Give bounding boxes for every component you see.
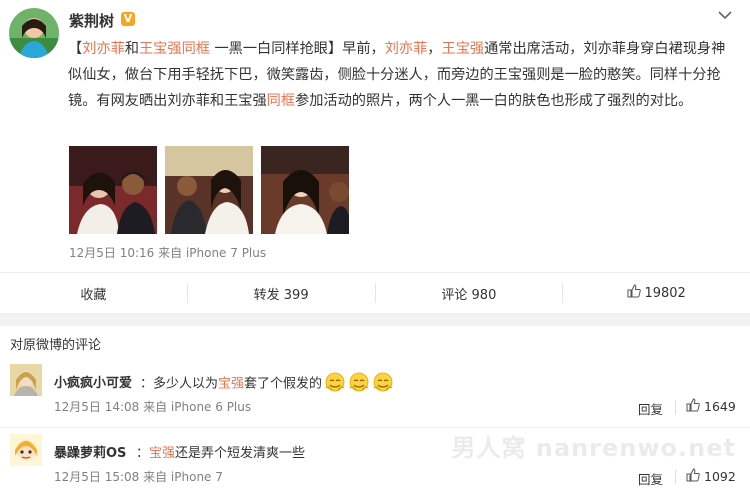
post-text-segment: 参加活动的照片，两个人一黑一白的肤色也形成了强烈的对比。	[295, 93, 693, 109]
commenter-name[interactable]: 暴躁萝莉OS	[54, 442, 126, 461]
comment-text-post: 套了个假发的	[244, 376, 323, 392]
divider	[675, 400, 676, 414]
comment-mention[interactable]: 宝强	[218, 377, 244, 392]
post-text-segment: 和	[124, 41, 139, 57]
username[interactable]: 紫荆树	[69, 10, 114, 31]
section-divider	[0, 314, 750, 326]
comment-like-button[interactable]: 1092	[686, 468, 736, 485]
post-text: 【刘亦菲和王宝强同框 一黑一白同样抢眼】早前，刘亦菲，王宝强通常出席活动，刘亦菲…	[68, 36, 738, 114]
thumbs-up-icon	[686, 468, 700, 485]
favorite-label: 收藏	[80, 287, 107, 303]
thumbs-up-icon	[686, 398, 700, 415]
verified-badge-icon: V	[121, 12, 135, 26]
comment-timestamp: 12月5日 14:08 来自 iPhone 6 Plus	[54, 400, 252, 414]
comment-text-pre: ：	[136, 446, 150, 461]
like-button[interactable]: 19802	[563, 283, 750, 303]
comment-like-button[interactable]: 1649	[686, 398, 736, 415]
post-keyword-link[interactable]: 王宝强	[139, 41, 182, 57]
post-text-segment: 一黑一白同样抢眼】早前，	[209, 41, 385, 57]
comment-button[interactable]: 评论 980	[376, 283, 564, 303]
weibo-post: 紫荆树 V 【刘亦菲和王宝强同框 一黑一白同样抢眼】早前，刘亦菲，王宝强通常出席…	[0, 0, 750, 280]
commenter-avatar[interactable]	[10, 364, 42, 396]
comments-header: 对原微博的评论	[10, 338, 102, 353]
reply-button[interactable]: 回复	[638, 469, 663, 488]
comment-text: ：多少人以为宝强套了个假发的	[140, 372, 394, 396]
sweat-smile-emoji-icon	[324, 372, 346, 396]
post-keyword-link[interactable]: 刘亦菲	[82, 41, 125, 57]
comment-like-count: 1092	[704, 469, 736, 484]
like-count: 19802	[644, 285, 686, 301]
comment-text-pre: ：多少人以为	[140, 376, 219, 392]
commenter-name[interactable]: 小疯疯小可爱	[54, 372, 132, 391]
comment-text-post: 还是弄个短发清爽一些	[175, 446, 306, 461]
post-keyword-link[interactable]: 刘亦菲	[385, 41, 428, 57]
post-text-segment: ，	[427, 41, 442, 57]
thumbs-up-icon	[627, 284, 642, 302]
user-avatar[interactable]	[9, 8, 59, 58]
photo-grid	[69, 146, 349, 234]
divider	[675, 470, 676, 484]
post-timestamp[interactable]: 12月5日 10:16 来自 iPhone 7 Plus	[69, 244, 266, 261]
post-photo-2[interactable]	[165, 146, 253, 234]
sweat-smile-emoji-icon	[372, 372, 394, 396]
post-photo-3[interactable]	[261, 146, 349, 234]
post-keyword-link[interactable]: 王宝强	[442, 41, 485, 57]
post-text-segment: 【	[68, 41, 83, 57]
comment-like-count: 1649	[704, 399, 736, 414]
comment-timestamp: 12月5日 15:08 来自 iPhone 7	[54, 470, 223, 484]
favorite-button[interactable]: 收藏	[0, 283, 188, 303]
repost-button[interactable]: 转发 399	[188, 283, 376, 303]
repost-label: 转发 399	[253, 287, 309, 303]
post-photo-1[interactable]	[69, 146, 157, 234]
post-keyword-link[interactable]: 同框	[182, 41, 210, 57]
comment-label: 评论 980	[441, 287, 497, 303]
sweat-smile-emoji-icon	[348, 372, 370, 396]
watermark: 男人窝 nanrenwo.net	[451, 434, 736, 462]
comment-mention[interactable]: 宝强	[149, 446, 175, 461]
comment-text: ：宝强还是弄个短发清爽一些	[136, 442, 305, 461]
post-keyword-link[interactable]: 同框	[267, 93, 295, 109]
action-bar: 收藏 转发 399 评论 980 19802	[0, 272, 750, 314]
commenter-avatar[interactable]	[10, 434, 42, 466]
comment-item: 小疯疯小可爱 ：多少人以为宝强套了个假发的 12月5日 14:08 来自 iPh…	[0, 358, 750, 428]
reply-button[interactable]: 回复	[638, 399, 663, 418]
chevron-down-icon[interactable]	[718, 8, 732, 24]
